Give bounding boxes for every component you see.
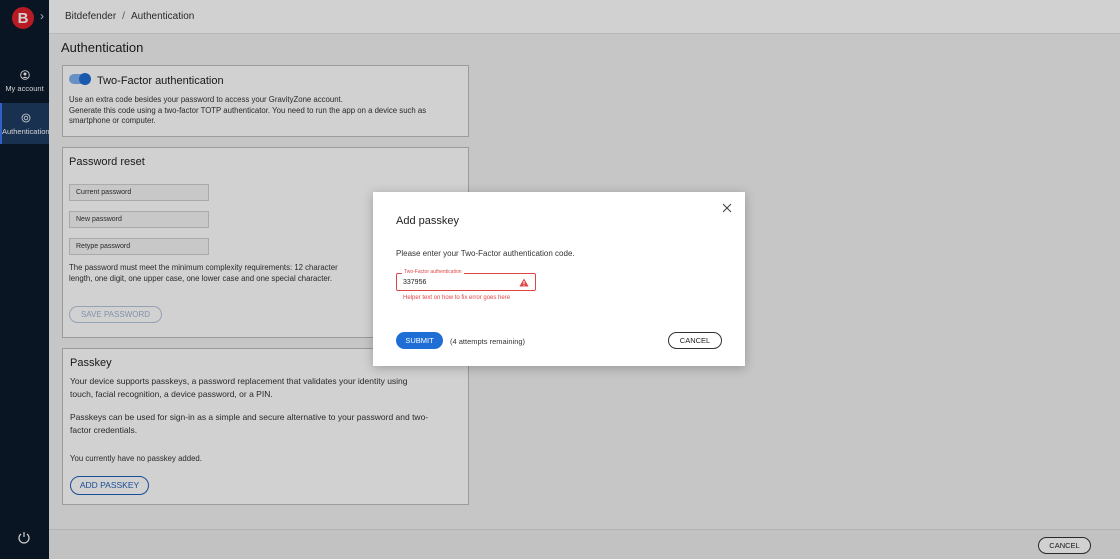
warning-icon [519,278,529,287]
two-factor-code-input[interactable]: Two-Factor authentication 337956 [396,269,536,291]
submit-button[interactable]: SUBMIT [396,332,443,349]
dialog-prompt: Please enter your Two-Factor authenticat… [396,249,575,258]
field-value: 337956 [403,279,427,286]
field-label: Two-Factor authentication [402,269,464,275]
add-passkey-dialog: Add passkey Please enter your Two-Factor… [373,192,745,366]
error-helper-text: Helper text on how to fix error goes her… [403,295,511,301]
dialog-title: Add passkey [396,215,459,227]
attempts-remaining: (4 attempts remaining) [450,337,526,346]
close-icon[interactable] [722,203,732,213]
cancel-button[interactable]: CANCEL [668,332,722,349]
